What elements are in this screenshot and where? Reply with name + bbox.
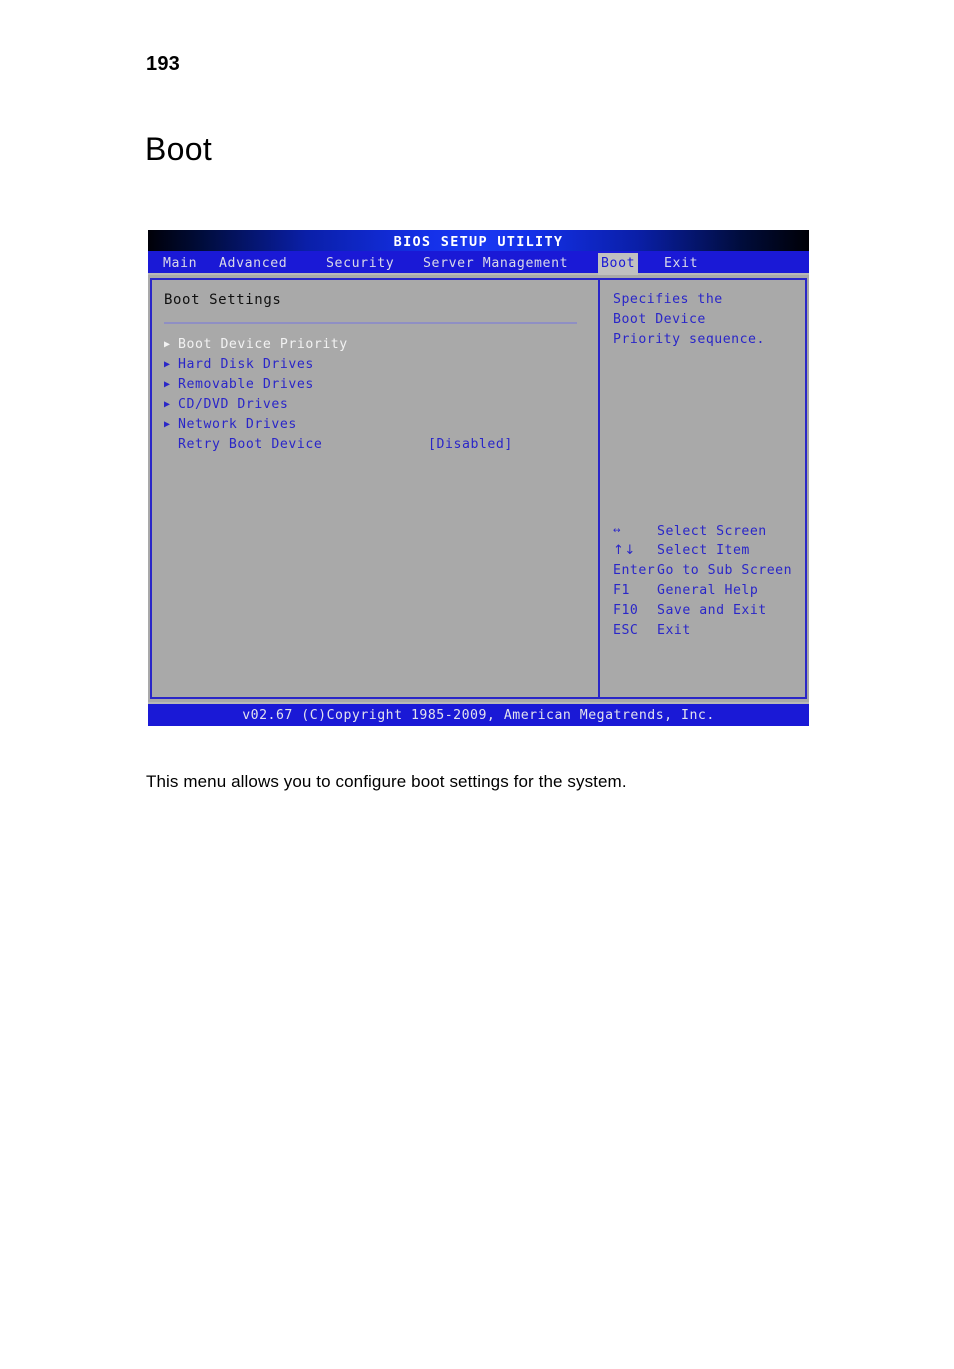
key-legend-row-f10: F10 Save and Exit [613,601,805,621]
key-legend-row-select-screen: ↔ Select Screen [613,521,805,541]
setting-label: CD/DVD Drives [178,397,289,412]
submenu-arrow-icon: ▶ [164,399,171,410]
submenu-arrow-icon: ▶ [164,339,171,350]
section-divider [164,322,577,324]
help-panel: Specifies the Boot Device Priority seque… [600,280,805,697]
up-down-arrow-icon: ↑↓ [613,543,636,558]
setting-label: Boot Device Priority [178,337,348,352]
copyright-text: v02.67 (C)Copyright 1985-2009, American … [242,708,715,723]
page-number: 193 [146,53,180,75]
menu-tab-security[interactable]: Security [323,253,397,275]
setting-label: Removable Drives [178,377,314,392]
help-line: Specifies the [613,292,723,307]
key-name: Enter [613,563,656,578]
menu-tab-server-management[interactable]: Server Management [420,253,571,275]
key-legend-label: Exit [657,623,691,638]
key-legend-row-enter: Enter Go to Sub Screen [613,561,805,581]
key-legend: ↔ Select Screen ↑↓ Select Item Enter Go to … [613,521,805,641]
submenu-arrow-icon: ▶ [164,419,171,430]
page-title: Boot [145,131,213,168]
setting-label: Retry Boot Device [178,437,323,452]
section-title: Boot Settings [164,292,282,308]
settings-list: ▶ Boot Device Priority ▶ Hard Disk Drives … [164,335,588,455]
menu-tab-boot[interactable]: Boot [598,253,639,275]
bios-footer-bar: v02.67 (C)Copyright 1985-2009, American … [148,702,809,726]
setting-row-cd-dvd-drives[interactable]: ▶ CD/DVD Drives [164,395,588,415]
setting-value: [Disabled] [428,437,513,452]
bios-setup-screenshot: BIOS SETUP UTILITY Main Advanced Securit… [148,230,809,726]
key-legend-row-esc: ESC Exit [613,621,805,641]
setting-row-network-drives[interactable]: ▶ Network Drives [164,415,588,435]
bios-panels: Boot Settings ▶ Boot Device Priority ▶ Har… [150,278,807,699]
setting-row-retry-boot-device[interactable]: Retry Boot Device [Disabled] [164,435,588,455]
setting-label: Hard Disk Drives [178,357,314,372]
key-legend-label: Go to Sub Screen [657,563,793,578]
figure-caption: This menu allows you to configure boot s… [146,772,627,791]
key-legend-label: Select Item [657,543,750,558]
setting-label: Network Drives [178,417,297,432]
bios-body: Boot Settings ▶ Boot Device Priority ▶ Har… [148,275,809,702]
settings-panel: Boot Settings ▶ Boot Device Priority ▶ Har… [152,280,600,697]
setting-row-boot-device-priority[interactable]: ▶ Boot Device Priority [164,335,588,355]
key-name: F10 [613,603,639,618]
help-line: Boot Device [613,312,706,327]
menu-tab-exit[interactable]: Exit [661,253,701,275]
key-legend-row-select-item: ↑↓ Select Item [613,541,805,561]
bios-menu-bar: Main Advanced Security Server Management… [148,251,809,275]
setting-row-hard-disk-drives[interactable]: ▶ Hard Disk Drives [164,355,588,375]
bios-title: BIOS SETUP UTILITY [393,234,564,250]
menu-tab-main[interactable]: Main [160,253,200,275]
key-legend-label: General Help [657,583,759,598]
setting-row-removable-drives[interactable]: ▶ Removable Drives [164,375,588,395]
help-line: Priority sequence. [613,332,765,347]
submenu-arrow-icon: ▶ [164,359,171,370]
submenu-arrow-icon: ▶ [164,379,171,390]
key-legend-row-f1: F1 General Help [613,581,805,601]
menu-tab-advanced[interactable]: Advanced [216,253,290,275]
key-legend-label: Select Screen [657,524,767,539]
key-legend-label: Save and Exit [657,603,767,618]
key-name: ESC [613,623,639,638]
left-right-arrow-icon: ↔ [613,526,622,536]
key-name: F1 [613,583,630,598]
bios-title-bar: BIOS SETUP UTILITY [148,230,809,251]
help-description: Specifies the Boot Device Priority seque… [613,290,803,350]
